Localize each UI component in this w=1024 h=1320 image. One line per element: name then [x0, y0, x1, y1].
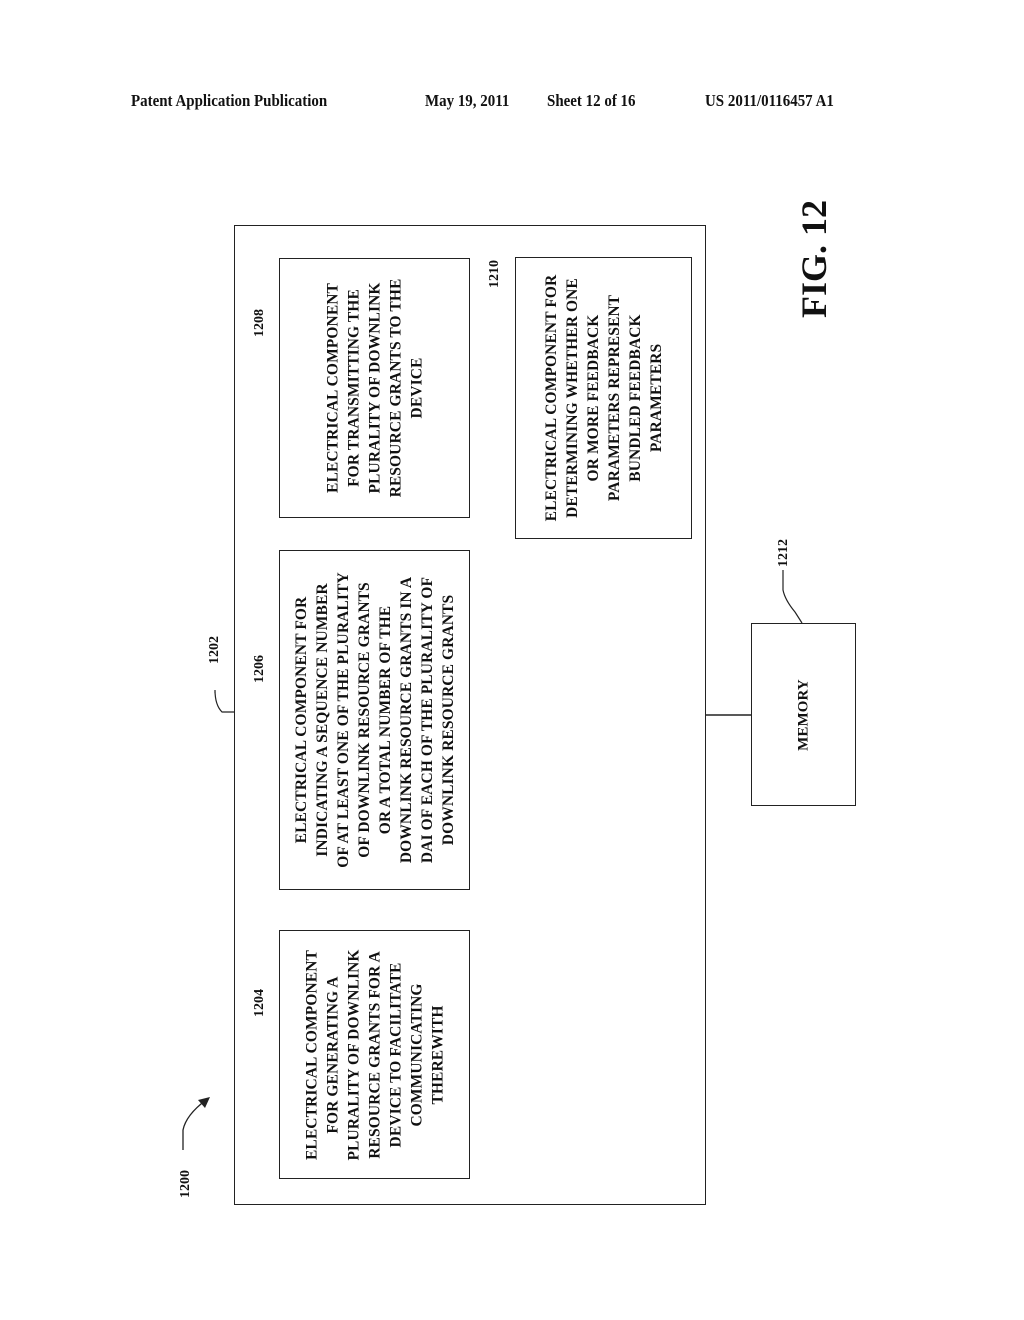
leader-1212	[782, 570, 803, 624]
ref-label-1204: 1204	[252, 989, 267, 1017]
leader-1202	[214, 689, 234, 713]
figure-label: FIG. 12	[794, 199, 834, 318]
component-text-1204: ELECTRICAL COMPONENT FOR GENERATING A PL…	[303, 948, 446, 1161]
ref-label-1200: 1200	[178, 1170, 193, 1198]
component-box-1204: ELECTRICAL COMPONENT FOR GENERATING A PL…	[279, 930, 470, 1179]
component-text-1206: ELECTRICAL COMPONENT FOR INDICATING A SE…	[292, 572, 457, 868]
component-box-1210: ELECTRICAL COMPONENT FOR DETERMINING WHE…	[515, 257, 692, 539]
ref-label-1210: 1210	[487, 260, 502, 288]
leader-1200	[182, 1099, 207, 1150]
memory-box-1212: MEMORY	[751, 623, 856, 806]
memory-text: MEMORY	[795, 678, 811, 751]
component-box-1206: ELECTRICAL COMPONENT FOR INDICATING A SE…	[279, 550, 470, 890]
component-text-1208: ELECTRICAL COMPONENT FOR TRANSMITTING TH…	[324, 278, 425, 498]
ref-label-1212: 1212	[776, 539, 791, 567]
component-box-1208: ELECTRICAL COMPONENT FOR TRANSMITTING TH…	[279, 258, 470, 518]
arrow-head-1200	[198, 1097, 210, 1108]
ref-label-1206: 1206	[252, 655, 267, 683]
component-text-1210: ELECTRICAL COMPONENT FOR DETERMINING WHE…	[542, 274, 665, 522]
ref-label-1202: 1202	[207, 636, 222, 664]
ref-label-1208: 1208	[252, 309, 267, 337]
